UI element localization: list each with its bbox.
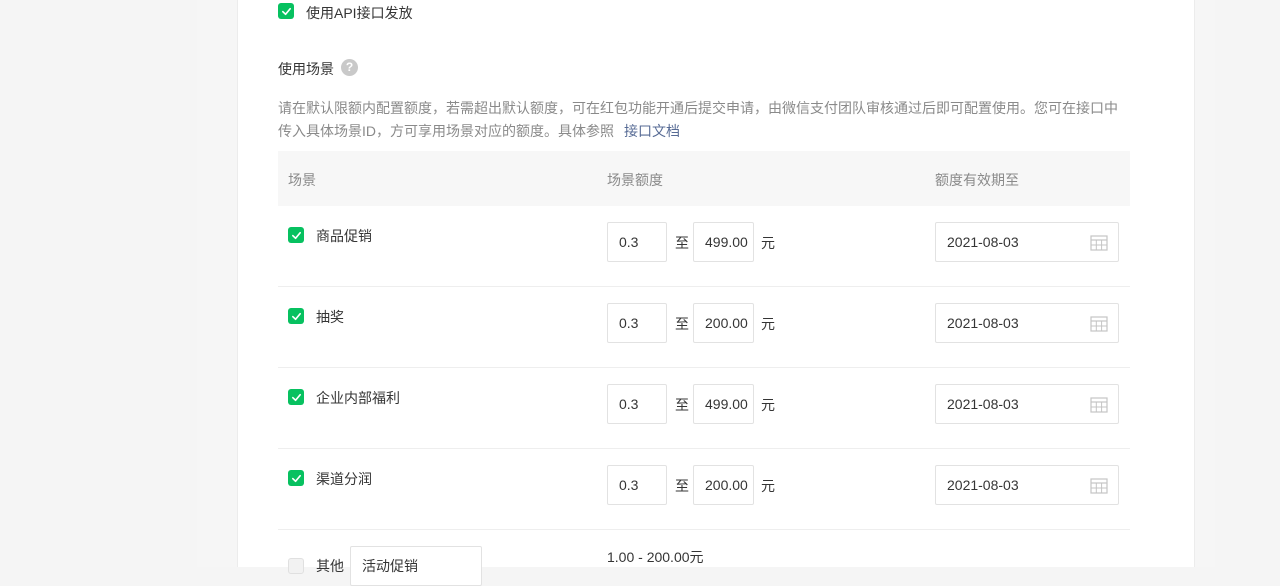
min-amount-input[interactable]: 0.3 xyxy=(607,222,667,262)
row-label: 渠道分润 xyxy=(316,471,372,487)
header-scene: 场景 xyxy=(288,172,316,188)
other-scene-input[interactable]: 活动促销 xyxy=(350,546,482,586)
row-divider xyxy=(278,448,1130,449)
to-label: 至 xyxy=(675,316,689,332)
max-amount-input[interactable]: 499.00 xyxy=(693,384,754,424)
unit-label: 元 xyxy=(761,316,775,332)
check-icon xyxy=(291,312,301,320)
max-amount-input[interactable]: 499.00 xyxy=(693,222,754,262)
api-doc-link[interactable]: 接口文档 xyxy=(624,123,680,139)
to-label: 至 xyxy=(675,397,689,413)
row-checkbox[interactable] xyxy=(288,227,304,243)
scene-description: 请在默认限额内配置额度，若需超出默认额度，可在红包功能开通后提交申请，由微信支付… xyxy=(278,97,1128,143)
unit-label: 元 xyxy=(761,235,775,251)
other-range-text: 1.00 - 200.00元 xyxy=(607,549,704,565)
calendar-icon[interactable] xyxy=(1090,396,1108,413)
check-icon xyxy=(281,7,291,15)
unit-label: 元 xyxy=(761,478,775,494)
other-checkbox[interactable] xyxy=(288,558,304,574)
unit-label: 元 xyxy=(761,397,775,413)
min-amount-input[interactable]: 0.3 xyxy=(607,303,667,343)
scene-description-text: 请在默认限额内配置额度，若需超出默认额度，可在红包功能开通后提交申请，由微信支付… xyxy=(278,100,1118,139)
calendar-icon[interactable] xyxy=(1090,234,1108,251)
calendar-icon[interactable] xyxy=(1090,315,1108,332)
api-checkbox-label: 使用API接口发放 xyxy=(306,5,413,21)
check-icon xyxy=(291,393,301,401)
api-checkbox[interactable] xyxy=(278,3,294,19)
check-icon xyxy=(291,474,301,482)
row-label: 企业内部福利 xyxy=(316,390,400,406)
min-amount-input[interactable]: 0.3 xyxy=(607,465,667,505)
row-divider xyxy=(278,529,1130,530)
row-divider xyxy=(278,367,1130,368)
to-label: 至 xyxy=(675,478,689,494)
row-checkbox[interactable] xyxy=(288,389,304,405)
row-divider xyxy=(278,286,1130,287)
check-icon xyxy=(291,231,301,239)
row-checkbox[interactable] xyxy=(288,308,304,324)
other-label: 其他 xyxy=(316,558,344,574)
max-amount-input[interactable]: 200.00 xyxy=(693,465,754,505)
row-label: 商品促销 xyxy=(316,228,372,244)
question-icon[interactable]: ? xyxy=(341,59,358,76)
max-amount-input[interactable]: 200.00 xyxy=(693,303,754,343)
row-checkbox[interactable] xyxy=(288,470,304,486)
header-amount: 场景额度 xyxy=(607,172,663,188)
row-label: 抽奖 xyxy=(316,309,344,325)
scene-section-title: 使用场景 xyxy=(278,61,334,77)
calendar-icon[interactable] xyxy=(1090,477,1108,494)
to-label: 至 xyxy=(675,235,689,251)
header-expiry: 额度有效期至 xyxy=(935,172,1019,188)
min-amount-input[interactable]: 0.3 xyxy=(607,384,667,424)
